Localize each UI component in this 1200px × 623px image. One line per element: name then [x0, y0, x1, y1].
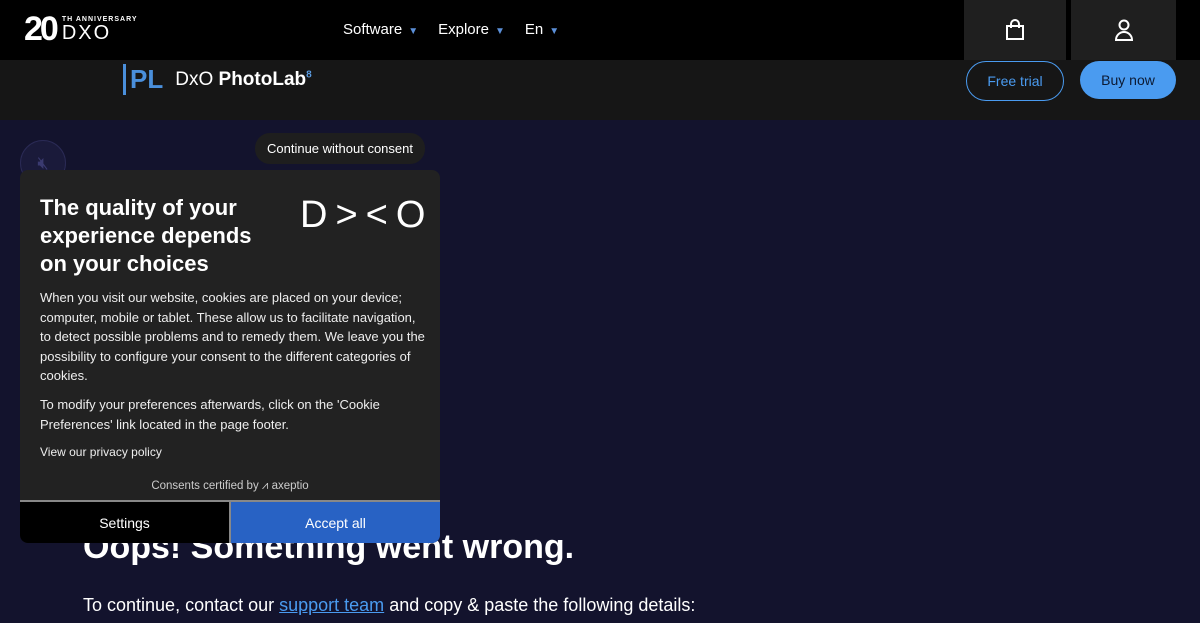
- nav-label: En: [524, 21, 544, 38]
- consent-body: When you visit our website, cookies are …: [40, 290, 425, 383]
- cart-button[interactable]: [964, 0, 1066, 60]
- nav-explore[interactable]: Explore ▼: [438, 21, 505, 38]
- brand: DxO: [175, 68, 214, 90]
- error-post: and copy & paste the following details:: [384, 595, 696, 615]
- settings-button[interactable]: Settings: [20, 502, 229, 543]
- user-icon: [1114, 19, 1133, 41]
- cookie-consent-modal: The quality of your experience depends o…: [20, 170, 440, 543]
- continue-without-consent-button[interactable]: Continue without consent: [255, 133, 425, 164]
- accept-all-button[interactable]: Accept all: [229, 502, 440, 543]
- chevron-down-icon: ▼: [549, 26, 560, 37]
- support-team-link[interactable]: support team: [279, 595, 384, 615]
- dxo-anniversary-logo[interactable]: 20 TH ANNIVERSARY DXO: [24, 10, 138, 49]
- chevron-down-icon: ▼: [494, 26, 505, 37]
- shopping-bag-icon: [1006, 19, 1024, 40]
- error-pre: To continue, contact our: [83, 595, 280, 615]
- nav-label: Software: [343, 21, 403, 38]
- error-text: To continue, contact our support team an…: [83, 595, 695, 616]
- nav-label: Explore: [438, 21, 489, 38]
- privacy-policy-link[interactable]: View our privacy policy: [40, 443, 425, 463]
- free-trial-button[interactable]: Free trial: [966, 61, 1064, 101]
- consent-title: The quality of your experience depends o…: [40, 195, 252, 276]
- photolab-logo[interactable]: PL DxO PhotoLab8: [123, 64, 312, 95]
- dxo-logo: D><O: [300, 194, 434, 236]
- axeptio-certification[interactable]: Consents certified by ⩘ axeptio: [20, 480, 440, 493]
- buy-now-button[interactable]: Buy now: [1080, 61, 1176, 99]
- chevron-down-icon: ▼: [408, 26, 419, 37]
- pl-badge: PL: [123, 64, 163, 95]
- account-button[interactable]: [1071, 0, 1176, 60]
- consent-preferences-note: To modify your preferences afterwards, c…: [40, 397, 380, 432]
- logo-brand: DXO: [61, 22, 112, 44]
- nav-language[interactable]: En ▼: [525, 21, 559, 38]
- product-version: 8: [306, 69, 312, 81]
- logo-number: 20: [24, 10, 59, 48]
- nav-software[interactable]: Software ▼: [343, 21, 418, 38]
- product-name: PhotoLab: [218, 68, 307, 90]
- top-nav: 20 TH ANNIVERSARY DXO Software ▼ Explore ▼ …: [0, 0, 1200, 60]
